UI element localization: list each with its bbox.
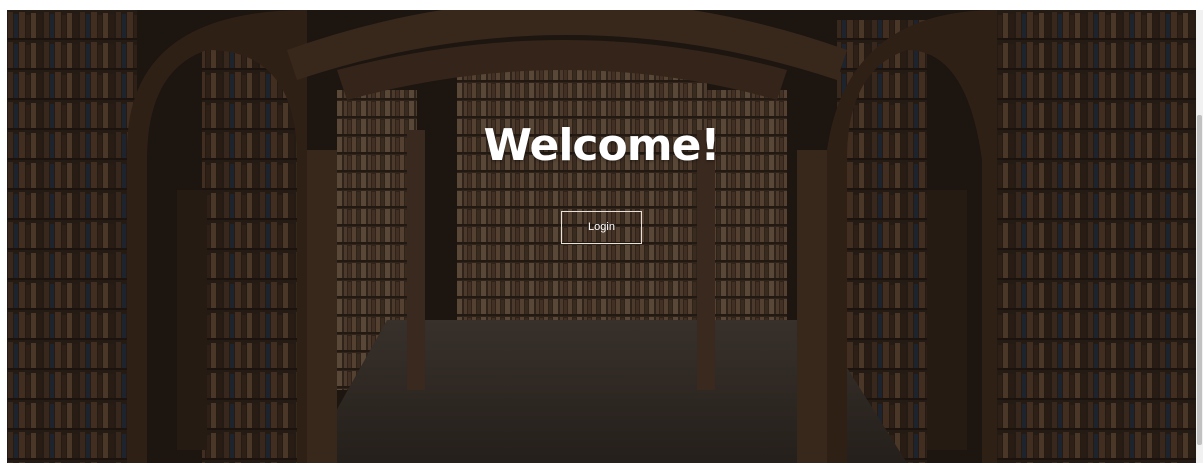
login-button[interactable]: Login	[561, 211, 642, 244]
hero-section: Welcome! Login	[7, 10, 1196, 463]
page-scrollbar[interactable]	[1196, 10, 1203, 463]
scrollbar-thumb[interactable]	[1197, 115, 1202, 445]
welcome-heading: Welcome!	[483, 120, 721, 171]
